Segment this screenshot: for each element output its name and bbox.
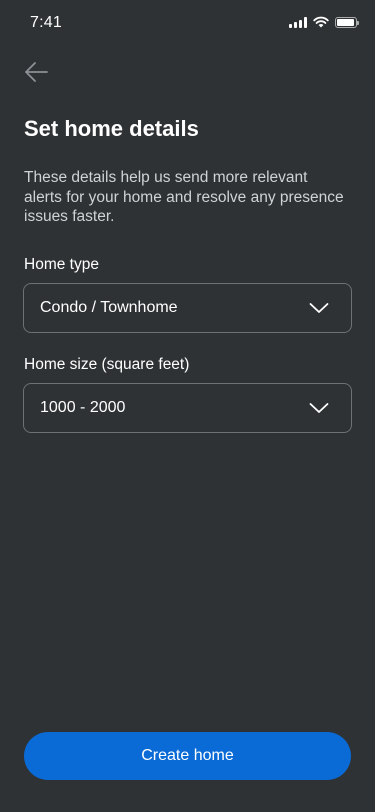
home-type-value: Condo / Townhome [40,299,178,316]
home-size-select[interactable]: 1000 - 2000 [23,383,352,433]
battery-icon [335,16,359,28]
chevron-down-icon [309,402,329,414]
create-home-button[interactable]: Create home [24,732,351,780]
home-size-label: Home size (square feet) [24,356,190,373]
home-size-value: 1000 - 2000 [40,399,126,416]
status-time: 7:41 [30,14,62,31]
cellular-signal-icon [289,16,307,28]
status-bar: 7:41 [0,0,375,44]
back-button[interactable] [24,58,56,86]
home-type-label: Home type [24,256,99,273]
page-title: Set home details [24,116,199,141]
page-description: These details help us send more relevant… [24,169,344,225]
wifi-icon [313,16,329,28]
arrow-left-icon [24,62,48,82]
home-type-select[interactable]: Condo / Townhome [23,283,352,333]
status-icons [289,16,359,28]
set-home-details-screen: 7:41 Set home details These details help… [0,0,375,812]
chevron-down-icon [309,302,329,314]
